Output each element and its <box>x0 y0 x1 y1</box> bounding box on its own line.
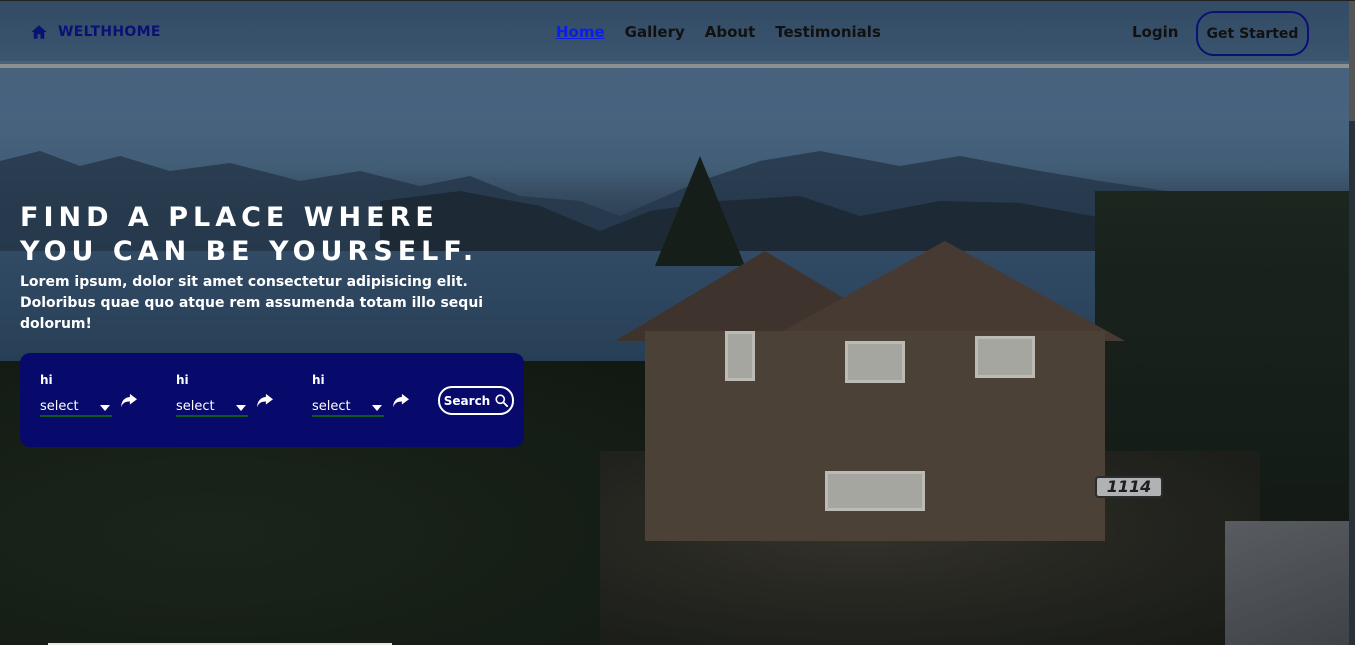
nav-home[interactable]: Home <box>556 23 605 41</box>
page: 1114 WELTHHOME Home Gallery About Testim… <box>0 0 1355 645</box>
chevron-down-icon <box>236 405 246 411</box>
search-button[interactable]: Search <box>438 386 514 415</box>
share-arrow-icon[interactable] <box>392 393 410 409</box>
nav-testimonials[interactable]: Testimonials <box>775 23 881 41</box>
filter-label: hi <box>176 373 189 387</box>
hero-title-line2: YOU CAN BE YOURSELF. <box>20 236 479 267</box>
login-link[interactable]: Login <box>1132 23 1178 41</box>
search-button-label: Search <box>443 393 491 408</box>
nav-gallery[interactable]: Gallery <box>625 23 685 41</box>
scrollbar[interactable] <box>1349 1 1355 645</box>
navbar: WELTHHOME Home Gallery About Testimonial… <box>0 1 1349 65</box>
nav-about[interactable]: About <box>705 23 756 41</box>
navbar-divider <box>0 64 1349 68</box>
hero-title-line1: FIND A PLACE WHERE <box>20 202 439 233</box>
nav-links: Home Gallery About Testimonials <box>556 23 881 41</box>
hero-subtitle: Lorem ipsum, dolor sit amet consectetur … <box>20 274 484 332</box>
share-arrow-icon[interactable] <box>120 393 138 409</box>
chevron-down-icon <box>372 405 382 411</box>
filter-3: hi select <box>312 373 422 423</box>
search-panel: hi select hi select hi select Search <box>20 353 524 447</box>
share-arrow-icon[interactable] <box>256 393 274 409</box>
scrollbar-thumb[interactable] <box>1349 1 1355 121</box>
chevron-down-icon <box>100 405 110 411</box>
brand[interactable]: WELTHHOME <box>30 23 161 41</box>
search-icon <box>495 394 509 407</box>
brand-name: WELTHHOME <box>58 24 161 40</box>
hero-title: FIND A PLACE WHERE YOU CAN BE YOURSELF. <box>20 201 520 269</box>
filter-2: hi select <box>176 373 286 423</box>
home-icon <box>31 25 47 39</box>
filter-label: hi <box>312 373 325 387</box>
filter-label: hi <box>40 373 53 387</box>
get-started-button[interactable]: Get Started <box>1196 11 1309 56</box>
filter-1: hi select <box>40 373 150 423</box>
